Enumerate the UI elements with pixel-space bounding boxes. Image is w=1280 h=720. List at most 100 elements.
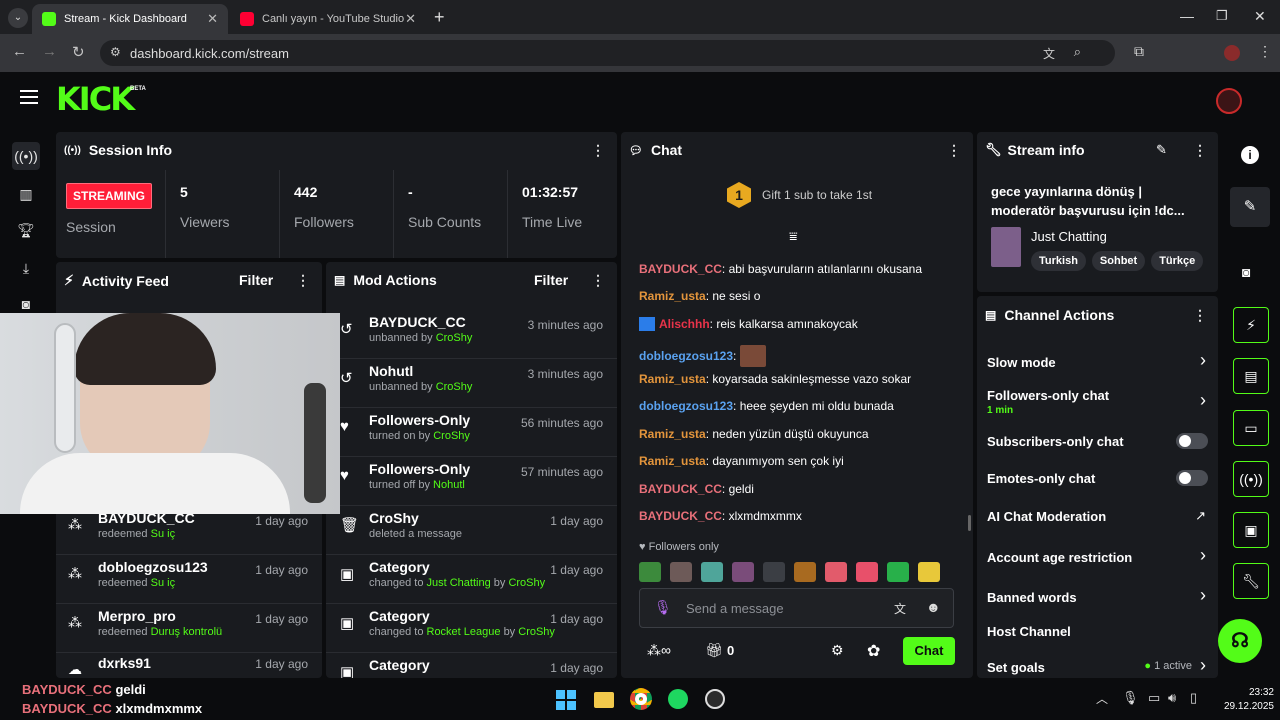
support-button[interactable]: ☊ [1218, 619, 1262, 663]
broadcast-icon[interactable]: ((•)) [12, 142, 40, 170]
ai-moderation-row[interactable]: AI Chat Moderation [987, 509, 1207, 524]
tab-youtube-studio[interactable]: Canlı yayın - YouTube Studio ✕ [230, 4, 426, 34]
profile-avatar[interactable] [1224, 45, 1240, 61]
chat-username[interactable]: Alischhh [659, 317, 710, 331]
emotes-only-toggle[interactable] [1176, 470, 1208, 486]
emote-image[interactable] [856, 562, 878, 582]
mod-action-target[interactable]: Nohutl [433, 479, 465, 491]
close-tab-icon[interactable]: ✕ [207, 11, 218, 27]
list-item[interactable]: ⁂ dobloegzosu123 redeemed Su iç 1 day ag… [56, 555, 322, 604]
extensions-icon[interactable]: ⧉ [1134, 43, 1144, 60]
clip-icon[interactable]: ◙ [1242, 264, 1250, 280]
chat-username[interactable]: dobloegzosu123 [639, 349, 733, 363]
mod-action-user[interactable]: CroShy [508, 577, 545, 589]
chat-settings-icon[interactable]: ⚙ [831, 642, 844, 659]
chrome-icon[interactable] [630, 688, 652, 710]
subs-only-toggle[interactable] [1176, 433, 1208, 449]
category-thumbnail[interactable] [991, 227, 1021, 267]
slow-mode-row[interactable]: Slow mode [987, 355, 1207, 370]
channel-points-icon[interactable]: ⁂∞ [647, 642, 671, 659]
spotify-icon[interactable] [668, 689, 688, 709]
chat-toggle-icon[interactable]: ▭ [1233, 410, 1269, 446]
chevron-right-icon[interactable]: › [1200, 350, 1206, 371]
emote-image[interactable] [825, 562, 847, 582]
chat-message[interactable]: BAYDUCK_CC: xlxmdmxmmx [639, 509, 802, 523]
back-icon[interactable]: ← [12, 43, 27, 60]
chevron-right-icon[interactable]: › [1200, 585, 1206, 606]
stream-info-toggle-icon[interactable]: 🔧︎ [1233, 563, 1269, 599]
tab-kick-dashboard[interactable]: Stream - Kick Dashboard ✕ [32, 4, 228, 34]
download-icon[interactable]: ⤓ [12, 260, 40, 277]
chat-message[interactable]: Ramiz_usta: koyarsada sakinleşmesse vazo… [639, 372, 911, 386]
list-item[interactable]: ⁂ Merpro_pro redeemed Duruş kontrolü 1 d… [56, 604, 322, 653]
session-more-icon[interactable]: ⋮ [591, 142, 605, 159]
mod-action-row[interactable]: ♥ Followers-Only turned off by Nohutl 57 m… [326, 457, 617, 506]
mod-action-row[interactable]: ▣ Category 1 day ago [326, 653, 617, 678]
kick-logo[interactable]: KICK [56, 80, 135, 118]
chat-username[interactable]: dobloegzosu123 [639, 399, 733, 413]
edit-pencil-icon[interactable]: ✎ [1156, 142, 1167, 158]
mod-more-icon[interactable]: ⋮ [591, 272, 605, 289]
new-tab-button[interactable]: + [434, 7, 445, 28]
chat-username[interactable]: BAYDUCK_CC [639, 262, 722, 276]
mod-action-row[interactable]: ▣ Category changed to Rocket League by Cro… [326, 604, 617, 653]
tag-chip[interactable]: Turkish [1031, 251, 1086, 271]
stream-info-more-icon[interactable]: ⋮ [1193, 142, 1207, 159]
trophy-icon[interactable]: 🏆︎ [12, 222, 40, 239]
host-channel-row[interactable]: Host Channel [987, 624, 1207, 639]
translate-icon[interactable]: 文 [894, 600, 906, 617]
url-bar[interactable]: ⚙ dashboard.kick.com/stream 文 ⌕ [100, 40, 1115, 66]
tag-chip[interactable]: Türkçe [1151, 251, 1204, 271]
emote-image[interactable] [887, 562, 909, 582]
mod-action-row[interactable]: ♥ Followers-Only turned on by CroShy 56 mi… [326, 408, 617, 457]
banned-words-row[interactable]: Banned words [987, 590, 1207, 605]
chat-username[interactable]: Ramiz_usta [639, 427, 706, 441]
forward-icon[interactable]: → [42, 43, 57, 60]
tab-search-icon[interactable]: ⌄ [8, 8, 28, 28]
activity-feed-toggle-icon[interactable]: ⚡︎ [1233, 307, 1269, 343]
info-icon[interactable]: i [1241, 146, 1259, 164]
chevron-up-icon[interactable]: ︿ [1096, 690, 1108, 707]
microphone-icon[interactable]: 🎙︎ [1122, 690, 1139, 706]
emote-image[interactable] [732, 562, 754, 582]
chat-username[interactable]: Ramiz_usta [639, 289, 706, 303]
mod-actions-toggle-icon[interactable]: ▤ [1233, 358, 1269, 394]
user-avatar[interactable] [1216, 88, 1242, 114]
emote-image[interactable] [701, 562, 723, 582]
obs-icon[interactable] [705, 689, 725, 709]
chat-message[interactable]: Ramiz_usta: dayanımıyom sen çok iyi [639, 454, 844, 468]
gift-box-icon[interactable]: 🎁︎ [705, 642, 723, 659]
mod-filter-button[interactable]: Filter [534, 272, 568, 288]
emote-image[interactable] [918, 562, 940, 582]
chevron-right-icon[interactable]: › [1200, 545, 1206, 566]
chat-username[interactable]: BAYDUCK_CC [639, 482, 722, 496]
mod-action-row[interactable]: ↺ Nohutl unbanned by CroShy 3 minutes ago [326, 359, 617, 408]
network-icon[interactable]: ▭ [1148, 690, 1160, 706]
clock[interactable]: 23:32 29.12.2025 [1216, 686, 1274, 714]
scrollbar[interactable] [968, 515, 971, 531]
session-info-toggle-icon[interactable]: ((•)) [1233, 461, 1269, 497]
mod-action-row[interactable]: ▣ Category changed to Just Chatting by Cro… [326, 555, 617, 604]
translate-icon[interactable]: 文 [1043, 45, 1055, 62]
category-name[interactable]: Just Chatting [1031, 229, 1107, 244]
reload-icon[interactable]: ↻ [72, 43, 85, 61]
chat-input-box[interactable]: 🎙︎ Send a message 文 ☻ [639, 588, 954, 628]
chat-message[interactable]: dobloegzosu123: heee şeyden mi oldu buna… [639, 399, 894, 413]
mod-action-row[interactable]: 🗑︎ CroShy deleted a message 1 day ago [326, 506, 617, 555]
analytics-icon[interactable]: ▥ [12, 186, 40, 203]
emote-image[interactable] [670, 562, 692, 582]
browser-menu-icon[interactable]: ⋮ [1258, 43, 1272, 60]
channel-actions-more-icon[interactable]: ⋮ [1193, 307, 1207, 324]
close-window-button[interactable]: ✕ [1254, 8, 1266, 25]
emotes-menu-icon[interactable]: ✿ [867, 641, 880, 661]
emote-image[interactable] [639, 562, 661, 582]
mod-action-row[interactable]: ↺ BAYDUCK_CC unbanned by CroShy 3 minutes … [326, 310, 617, 359]
followers-only-row[interactable]: Followers-only chat 1 min [987, 388, 1207, 416]
emoji-icon[interactable]: ☻ [926, 599, 941, 615]
external-link-icon[interactable]: ↗ [1195, 508, 1206, 524]
battery-icon[interactable]: ▯ [1190, 690, 1197, 706]
emote-image[interactable] [763, 562, 785, 582]
edit-icon[interactable]: ✎ [1230, 187, 1270, 227]
activity-filter-button[interactable]: Filter [239, 272, 273, 288]
windows-start-icon[interactable] [556, 690, 576, 710]
